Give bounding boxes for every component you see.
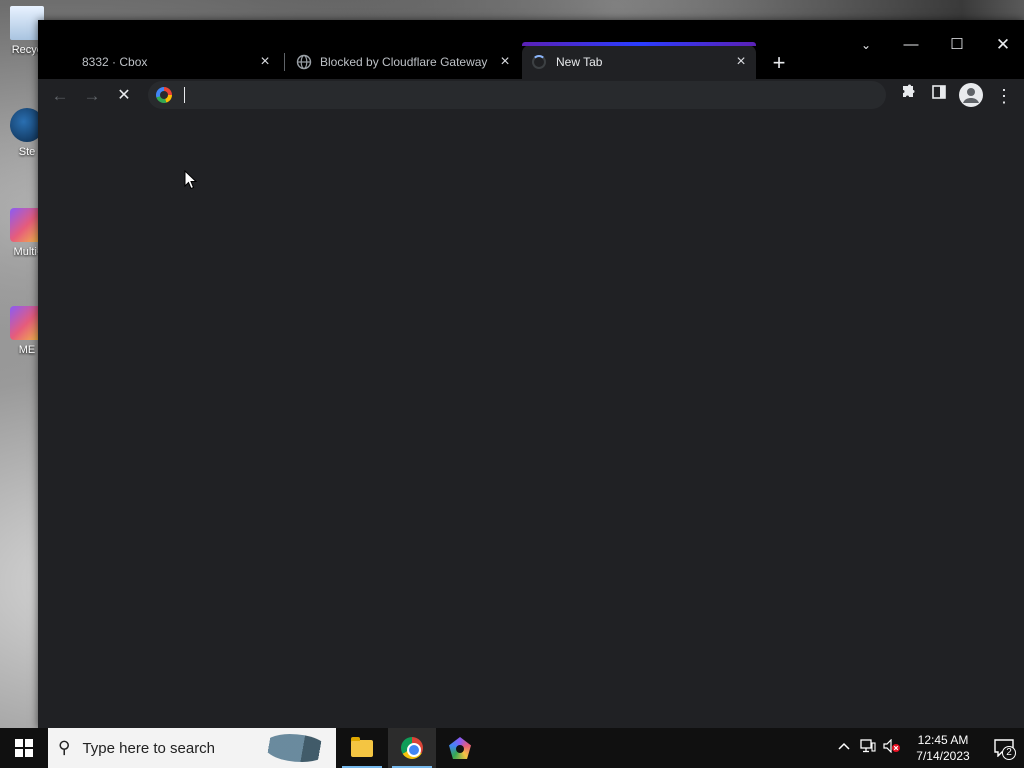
tab-separator	[284, 53, 285, 71]
tab-blocked-cloudflare[interactable]: Blocked by Cloudflare Gateway ×	[288, 45, 520, 79]
profile-icon	[963, 88, 979, 103]
network-button[interactable]	[856, 728, 880, 768]
tab-cbox[interactable]: 8332 · Cbox ×	[74, 45, 280, 79]
whale-shark-icon	[264, 734, 328, 762]
mouse-cursor-icon	[184, 170, 198, 190]
tab-close-icon[interactable]: ×	[256, 53, 274, 71]
stop-loading-button[interactable]: ✕	[110, 82, 138, 110]
start-button[interactable]	[0, 728, 48, 768]
browser-toolbar: ← → ✕ ⋮	[38, 79, 1024, 113]
back-button[interactable]: ←	[46, 82, 74, 110]
search-icon: ⚲	[58, 738, 71, 757]
clock-time: 12:45 AM	[917, 733, 969, 747]
page-content	[38, 113, 1024, 728]
taskbar-pentagon-app[interactable]	[436, 728, 484, 768]
windows-logo-icon	[15, 739, 33, 757]
network-icon	[860, 739, 876, 753]
tab-close-icon[interactable]: ×	[732, 53, 750, 71]
taskbar: ⚲ Type here to search 12:45 AM 7/14/2023…	[0, 728, 1024, 768]
tab-title: 8332 · Cbox	[82, 55, 148, 69]
notification-count-badge: 2	[1002, 746, 1016, 760]
tab-new-tab[interactable]: New Tab ×	[522, 42, 756, 79]
action-center-button[interactable]: 2	[984, 728, 1024, 768]
maximize-button[interactable]: ☐	[939, 32, 975, 58]
google-icon	[156, 87, 172, 103]
volume-muted-icon	[883, 738, 900, 754]
system-tray: 12:45 AM 7/14/2023 2	[832, 728, 1024, 768]
clock[interactable]: 12:45 AM 7/14/2023	[908, 732, 978, 764]
extensions-button[interactable]	[895, 83, 921, 109]
browser-menu-button[interactable]: ⋮	[991, 83, 1017, 109]
side-panel-button[interactable]	[926, 83, 952, 109]
side-panel-icon	[932, 85, 946, 99]
minimize-button[interactable]: —	[893, 32, 929, 58]
globe-icon	[296, 54, 312, 70]
close-window-button[interactable]: ✕	[985, 32, 1021, 58]
profile-button[interactable]	[959, 83, 983, 107]
chevron-up-icon	[838, 742, 850, 750]
tab-title: New Tab	[556, 55, 603, 69]
clock-date: 7/14/2023	[916, 749, 970, 763]
browser-window: 8332 · Cbox × Blocked by Cloudflare Gate…	[38, 20, 1024, 728]
tab-title: Blocked by Cloudflare Gateway	[320, 55, 488, 69]
loading-spinner-icon	[532, 55, 546, 69]
new-tab-button[interactable]: +	[766, 51, 792, 75]
tab-strip: 8332 · Cbox × Blocked by Cloudflare Gate…	[38, 20, 1024, 79]
volume-button[interactable]	[880, 728, 904, 768]
puzzle-icon	[903, 84, 915, 97]
pentagon-app-icon	[449, 737, 471, 759]
taskbar-file-explorer[interactable]	[338, 728, 386, 768]
omnibox-input[interactable]	[185, 87, 886, 103]
show-hidden-icons-button[interactable]	[832, 728, 856, 768]
search-placeholder: Type here to search	[82, 739, 216, 757]
address-bar[interactable]	[148, 81, 886, 109]
tab-close-icon[interactable]: ×	[496, 53, 514, 71]
folder-icon	[351, 736, 373, 757]
tab-search-button[interactable]: ⌄	[848, 32, 884, 58]
taskbar-chrome[interactable]	[388, 728, 436, 768]
taskbar-search-box[interactable]: ⚲ Type here to search	[48, 728, 336, 768]
forward-button[interactable]: →	[78, 82, 106, 110]
chrome-icon	[401, 737, 423, 759]
